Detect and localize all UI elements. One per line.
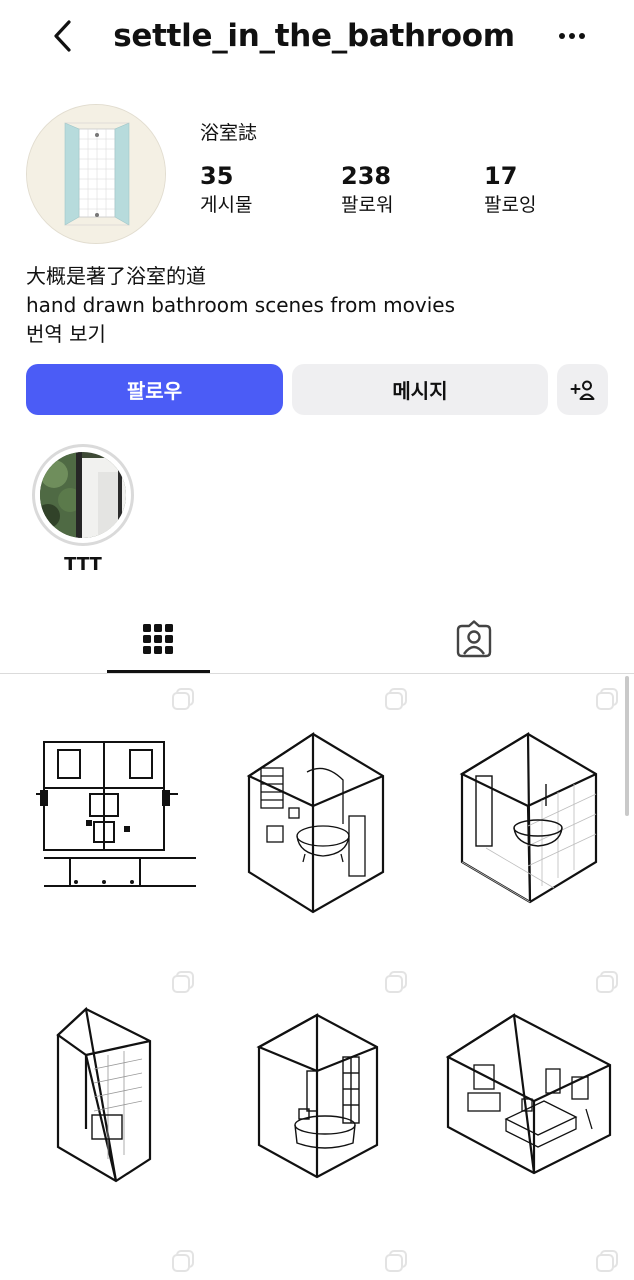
post-thumbnail[interactable] (0, 1242, 210, 1280)
stat-following[interactable]: 17 팔로잉 (484, 160, 536, 218)
post-thumbnail[interactable] (0, 676, 210, 956)
bathroom-tub-drawing (246, 731, 385, 914)
floor-plan-drawing (36, 741, 196, 887)
stat-posts-count: 35 (200, 162, 234, 190)
post-thumbnail[interactable] (213, 1242, 423, 1280)
multiple-images-icon (596, 971, 618, 993)
multiple-images-icon (385, 1250, 407, 1272)
more-options-button[interactable] (552, 20, 592, 52)
grid-icon (143, 624, 173, 654)
tagged-person-icon (456, 620, 492, 658)
suggested-accounts-button[interactable] (557, 364, 608, 415)
follow-button[interactable]: 팔로우 (26, 364, 283, 415)
tub-window-drawing (256, 1013, 379, 1179)
story-highlight[interactable] (32, 444, 134, 546)
chevron-left-icon (54, 20, 71, 52)
narrow-shower-drawing (56, 1006, 152, 1183)
profile-display-name: 浴室誌 (200, 122, 258, 144)
bio-line: hand drawn bathroom scenes from movies (26, 293, 456, 317)
post-thumbnail[interactable] (0, 959, 210, 1239)
multiple-images-icon (172, 688, 194, 710)
stat-followers[interactable]: 238 팔로워 (341, 160, 393, 218)
bio-line: 大概是著了浴室的道 (26, 264, 206, 288)
post-thumbnail[interactable] (213, 959, 423, 1239)
scrollbar[interactable] (625, 676, 629, 816)
stat-followers-label: 팔로워 (341, 194, 394, 216)
stat-followers-count: 238 (341, 162, 392, 190)
multiple-images-icon (172, 1250, 194, 1272)
tab-posts[interactable] (106, 604, 210, 674)
top-bar: settle_in_the_bathroom (0, 0, 634, 72)
avatar-illustration (27, 105, 165, 243)
stat-posts[interactable]: 35 게시물 (200, 160, 252, 218)
multiple-images-icon (596, 688, 618, 710)
profile-avatar[interactable] (26, 104, 166, 244)
post-thumbnail[interactable] (426, 676, 634, 956)
profile-username: settle_in_the_bathroom (113, 18, 515, 54)
tab-tagged[interactable] (422, 604, 526, 674)
multiple-images-icon (385, 971, 407, 993)
add-person-icon (570, 380, 594, 400)
bathroom-tile-drawing (459, 732, 598, 904)
post-thumbnail[interactable] (426, 1242, 634, 1280)
bathroom-vanity-drawing (445, 1013, 612, 1175)
stat-following-count: 17 (484, 162, 518, 190)
stat-following-label: 팔로잉 (484, 194, 537, 216)
multiple-images-icon (596, 1250, 618, 1272)
message-button[interactable]: 메시지 (292, 364, 548, 415)
post-thumbnail[interactable] (426, 959, 634, 1239)
highlight-label: TTT (64, 554, 102, 575)
stat-posts-label: 게시물 (200, 194, 253, 216)
see-translation-link[interactable]: 번역 보기 (26, 320, 455, 349)
multiple-images-icon (172, 971, 194, 993)
tabs-divider (0, 673, 634, 674)
more-horizontal-icon (559, 33, 585, 39)
multiple-images-icon (385, 688, 407, 710)
profile-bio: 大概是著了浴室的道 hand drawn bathroom scenes fro… (26, 262, 455, 349)
highlight-cover (40, 452, 126, 538)
post-thumbnail[interactable] (213, 676, 423, 956)
back-button[interactable] (44, 14, 80, 58)
